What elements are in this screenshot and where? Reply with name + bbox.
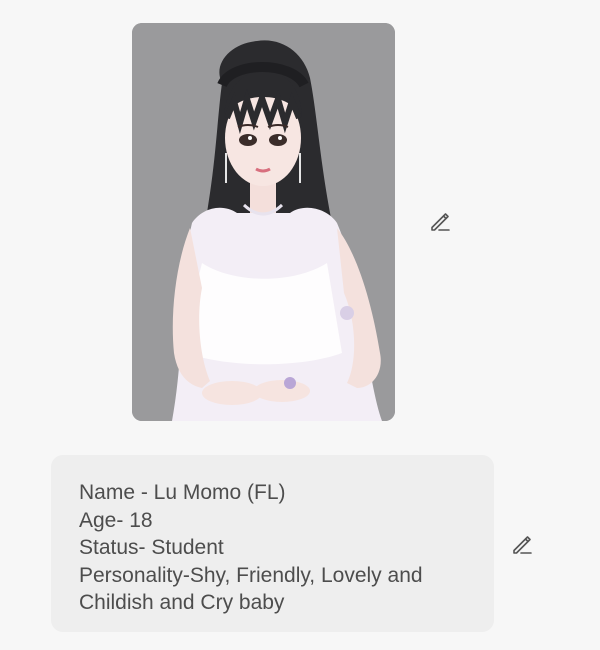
character-image[interactable] (132, 23, 395, 421)
profile-text-bubble[interactable]: Name - Lu Momo (FL) Age- 18 Status- Stud… (51, 455, 494, 632)
pencil-edit-icon (431, 213, 450, 231)
age-line: Age- 18 (79, 508, 153, 532)
edit-text-button[interactable] (508, 530, 536, 558)
edit-image-button[interactable] (426, 207, 454, 235)
name-line: Name - Lu Momo (FL) (79, 481, 286, 504)
status-line: Status- Student (79, 536, 224, 559)
character-illustration (132, 23, 395, 421)
pencil-edit-icon (513, 536, 532, 554)
personality-line-1: Personality-Shy, Friendly, Lovely and (79, 563, 423, 587)
personality-line-2: Childish and Cry baby (79, 591, 285, 614)
